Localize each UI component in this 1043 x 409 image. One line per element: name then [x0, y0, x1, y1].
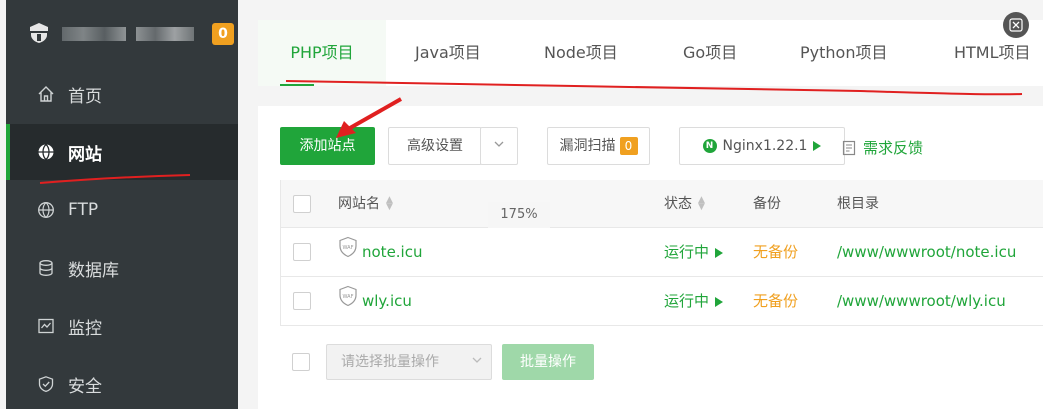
sidebar-item-label: 数据库	[68, 260, 119, 281]
bulk-select-placeholder: 请选择批量操作	[341, 354, 439, 370]
column-header-root: 根目录	[837, 196, 879, 212]
play-icon	[715, 296, 724, 307]
chevron-down-icon	[471, 345, 483, 379]
brand: 0	[6, 0, 238, 66]
tab-python[interactable]: Python项目	[800, 20, 887, 86]
site-name-link[interactable]: WAF note.icu	[338, 228, 422, 276]
waf-shield-icon: WAF	[338, 278, 358, 326]
tab-node[interactable]: Node项目	[544, 20, 618, 86]
sidebar-item-label: 首页	[68, 86, 102, 107]
column-label: 网站名	[338, 196, 380, 212]
home-icon	[36, 84, 56, 104]
feedback-icon	[842, 140, 857, 156]
zoom-level-tooltip: 175%	[488, 202, 550, 228]
advanced-settings-dropdown[interactable]	[480, 127, 518, 165]
nginx-version: Nginx1.22.1	[722, 138, 808, 154]
svg-text:WAF: WAF	[343, 245, 354, 251]
advanced-settings-button[interactable]: 高级设置	[388, 127, 482, 165]
root-dir-link[interactable]: /www/wwwroot/note.icu	[837, 228, 1016, 276]
sort-icon: ▲ ▼	[386, 195, 393, 212]
sidebar-item-label: 网站	[68, 144, 102, 165]
chevron-down-icon	[493, 138, 505, 154]
vuln-scan-button[interactable]: 漏洞扫描 0	[547, 127, 650, 165]
status-running[interactable]: 运行中	[664, 277, 724, 325]
play-icon	[715, 247, 724, 258]
site-name: note.icu	[362, 243, 423, 261]
sidebar-item-database[interactable]: 数据库	[6, 240, 238, 296]
root-dir-link[interactable]: /www/wwwroot/wly.icu	[837, 277, 1006, 325]
sidebar-item-website[interactable]: 网站	[6, 124, 238, 180]
sort-icon: ▲ ▼	[698, 195, 705, 212]
sidebar-item-label: 监控	[68, 318, 102, 339]
site-name-link[interactable]: WAF wly.icu	[338, 277, 412, 325]
table-header: 网站名 ▲ ▼ 状态 ▲ ▼ 备份 根目录	[281, 180, 1043, 228]
tab-java[interactable]: Java项目	[415, 20, 481, 86]
shield-icon	[36, 374, 56, 394]
status-label: 运行中	[664, 243, 710, 261]
play-icon	[813, 141, 822, 151]
tab-active-indicator	[280, 84, 314, 86]
sidebar-item-home[interactable]: 首页	[6, 66, 238, 122]
backup-link[interactable]: 无备份	[753, 277, 798, 325]
vuln-scan-label: 漏洞扫描	[559, 138, 616, 154]
notification-badge[interactable]: 0	[212, 23, 234, 45]
sidebar-item-ftp[interactable]: FTP	[6, 182, 238, 238]
bulk-select-checkbox[interactable]	[292, 353, 310, 371]
project-tabs: PHP项目 Java项目 Node项目 Go项目 Python项目 HTML项目	[258, 20, 1043, 86]
vuln-count-badge: 0	[619, 137, 638, 155]
screen: 0 首页 网站 FTP 数据库 监控 安全 PHP项目 Java项目 Node项…	[0, 0, 1043, 409]
status-running[interactable]: 运行中	[664, 228, 724, 276]
sidebar-item-label: 安全	[68, 376, 102, 397]
bulk-action-select[interactable]: 请选择批量操作	[326, 344, 492, 380]
waf-shield-icon: WAF	[338, 229, 358, 277]
bulk-action-button[interactable]: 批量操作	[502, 344, 594, 380]
svg-text:WAF: WAF	[343, 294, 354, 300]
sidebar-item-monitor[interactable]: 监控	[6, 298, 238, 354]
row-checkbox[interactable]	[293, 243, 311, 261]
select-all-checkbox[interactable]	[293, 195, 311, 213]
row-checkbox[interactable]	[293, 292, 311, 310]
tab-php[interactable]: PHP项目	[258, 20, 386, 86]
table-row: WAF wly.icu 运行中 无备份 /www/wwwroot/wly.icu	[281, 277, 1043, 326]
ftp-icon	[36, 200, 56, 220]
blurred-server-ip	[136, 27, 194, 41]
status-label: 运行中	[664, 292, 710, 310]
sidebar: 0 首页 网站 FTP 数据库 监控 安全	[6, 0, 238, 409]
nginx-icon: N	[702, 139, 717, 153]
column-header-backup: 备份	[753, 196, 781, 212]
feedback-link[interactable]: 需求反馈	[842, 137, 923, 158]
feedback-label: 需求反馈	[863, 139, 924, 157]
nginx-status-button[interactable]: N Nginx1.22.1	[679, 127, 845, 165]
column-header-site-name[interactable]: 网站名 ▲ ▼	[338, 180, 393, 228]
blurred-server-name	[62, 27, 126, 41]
monitor-icon	[36, 316, 56, 336]
site-list-panel: 添加站点 高级设置 漏洞扫描 0 N Nginx1.22.1 需求反馈 网站名 …	[258, 106, 1043, 409]
sidebar-item-label: FTP	[68, 200, 99, 220]
column-label: 状态	[664, 196, 692, 212]
globe-icon	[36, 142, 56, 162]
tab-label: PHP项目	[290, 43, 354, 62]
add-site-button[interactable]: 添加站点	[280, 127, 375, 165]
main-area: PHP项目 Java项目 Node项目 Go项目 Python项目 HTML项目…	[238, 0, 1043, 409]
site-table: 网站名 ▲ ▼ 状态 ▲ ▼ 备份 根目录 WAF note.icu 运行中 无…	[280, 180, 1043, 326]
backup-link[interactable]: 无备份	[753, 228, 798, 276]
table-row: WAF note.icu 运行中 无备份 /www/wwwroot/note.i…	[281, 228, 1043, 277]
column-header-status[interactable]: 状态 ▲ ▼	[664, 180, 705, 228]
sidebar-item-security[interactable]: 安全	[6, 356, 238, 409]
site-name: wly.icu	[362, 292, 412, 310]
close-icon[interactable]	[1003, 12, 1029, 38]
shield-logo-icon	[30, 23, 48, 43]
tab-go[interactable]: Go项目	[683, 20, 737, 86]
database-icon	[36, 258, 56, 278]
